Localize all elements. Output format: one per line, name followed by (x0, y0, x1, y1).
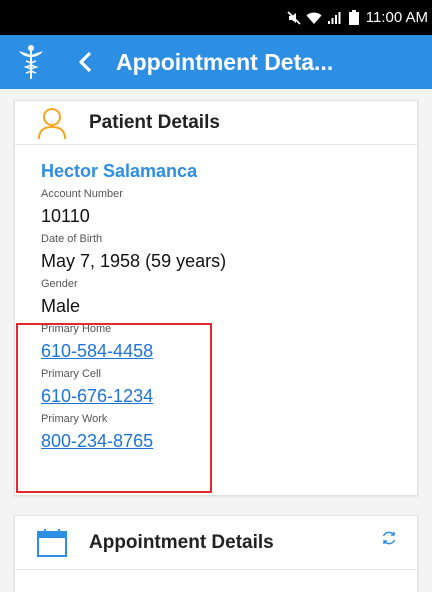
battery-icon (346, 10, 362, 26)
mute-icon (286, 10, 302, 26)
appointment-details-title: Appointment Details (89, 531, 274, 553)
app-bar: Appointment Deta... (0, 35, 432, 89)
patient-name: Hector Salamanca (41, 161, 198, 181)
caduceus-icon (16, 42, 46, 82)
status-time: 11:00 AM (365, 9, 428, 26)
signal-icon (326, 10, 342, 26)
account-number-label: Account Number (41, 188, 123, 200)
chevron-left-icon (79, 51, 92, 73)
patient-details-title: Patient Details (89, 111, 220, 133)
status-icons (286, 10, 362, 26)
wifi-icon (306, 10, 322, 26)
status-bar: 11:00 AM (0, 0, 432, 35)
appointment-details-header[interactable]: Appointment Details (15, 516, 417, 570)
refresh-icon[interactable] (381, 530, 397, 546)
dob-label: Date of Birth (41, 233, 103, 245)
appointment-details-card: Appointment Details (14, 515, 418, 592)
gender-label: Gender (41, 278, 78, 290)
dob-value: May 7, 1958 (59 years) (41, 251, 227, 271)
back-button[interactable] (72, 42, 98, 82)
calendar-icon (37, 526, 67, 560)
appointment-details-body (15, 570, 417, 592)
gender-value: Male (41, 296, 81, 316)
patient-details-header: Patient Details (15, 101, 417, 145)
account-number-value: 10110 (41, 206, 90, 226)
phone-highlight-box (16, 323, 212, 493)
page-title: Appointment Deta... (116, 48, 334, 75)
person-outline-icon (37, 106, 67, 140)
